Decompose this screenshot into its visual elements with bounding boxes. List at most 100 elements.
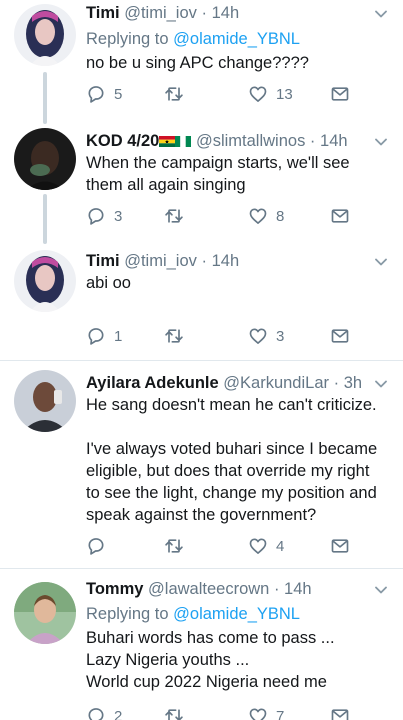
reply-button[interactable] <box>86 536 114 556</box>
heart-icon <box>248 84 268 104</box>
display-name[interactable]: Timi <box>86 4 120 22</box>
dm-button[interactable] <box>330 206 350 226</box>
action-bar: 5 13 <box>86 84 356 104</box>
like-count: 4 <box>276 537 285 555</box>
reply-icon <box>86 536 106 556</box>
retweet-icon <box>164 536 184 556</box>
reply-button[interactable]: 2 <box>86 706 122 720</box>
avatar[interactable] <box>14 250 76 312</box>
username[interactable]: @slimtallwinos <box>196 132 305 150</box>
like-count: 7 <box>276 707 285 720</box>
display-name[interactable]: KOD 4/20 <box>86 132 192 150</box>
mention-link[interactable]: @olamide_YBNL <box>173 30 300 48</box>
display-name[interactable]: Tommy <box>86 580 143 598</box>
chevron-down-icon[interactable] <box>373 6 389 22</box>
retweet-icon <box>164 326 184 346</box>
replying-to-label: Replying to <box>86 605 169 623</box>
tweet-header: Ayilara Adekunle @KarkundiLar · 3h <box>86 372 369 394</box>
timestamp[interactable]: 3h <box>344 374 362 392</box>
heart-icon <box>248 326 268 346</box>
timestamp[interactable]: 14h <box>212 252 240 270</box>
divider <box>0 568 403 569</box>
tweet-header: KOD 4/20 @slimtallwinos · 14h <box>86 130 369 152</box>
retweet-icon <box>164 706 184 720</box>
action-bar: 4 <box>86 536 356 556</box>
tweet[interactable]: KOD 4/20 @slimtallwinos · 14h When the c… <box>0 124 403 244</box>
tweet[interactable]: Ayilara Adekunle @KarkundiLar · 3h He sa… <box>0 366 403 564</box>
tweet-text-line: Buhari words has come to pass ... <box>86 629 335 647</box>
tweet-text-line: He sang doesn't mean he can't criticize. <box>86 396 377 414</box>
replying-to: Replying to @olamide_YBNL <box>86 603 300 625</box>
retweet-button[interactable] <box>164 206 192 226</box>
like-button[interactable]: 4 <box>248 536 284 556</box>
tweet-text-line <box>86 416 389 438</box>
tweet-text-line: abi oo <box>86 274 131 292</box>
like-count: 3 <box>276 327 285 345</box>
tweet-header: Tommy @lawalteecrown · 14h <box>86 578 369 600</box>
tweet[interactable]: Timi @timi_iov · 14h abi oo 1 3 <box>0 246 403 360</box>
flag-nigeria-icon <box>175 136 192 147</box>
chevron-down-icon[interactable] <box>373 134 389 150</box>
username[interactable]: @KarkundiLar <box>223 374 329 392</box>
separator-dot: · <box>309 132 316 150</box>
username[interactable]: @timi_iov <box>124 252 197 270</box>
tweet-header: Timi @timi_iov · 14h <box>86 2 369 24</box>
username[interactable]: @timi_iov <box>124 4 197 22</box>
tweet-text-line: eligible, but does that override my righ… <box>86 462 370 480</box>
timestamp[interactable]: 14h <box>212 4 240 22</box>
mention-link[interactable]: @olamide_YBNL <box>173 605 300 623</box>
reply-button[interactable]: 5 <box>86 84 122 104</box>
dm-button[interactable] <box>330 706 350 720</box>
display-name[interactable]: Timi <box>86 252 120 270</box>
chevron-down-icon[interactable] <box>373 254 389 270</box>
retweet-button[interactable] <box>164 326 192 346</box>
replying-to: Replying to @olamide_YBNL <box>86 28 300 50</box>
reply-icon <box>86 84 106 104</box>
timestamp[interactable]: 14h <box>320 132 348 150</box>
retweet-button[interactable] <box>164 84 192 104</box>
dm-button[interactable] <box>330 536 350 556</box>
heart-icon <box>248 706 268 720</box>
tweet-text-line: to see the light, change my position and <box>86 484 377 502</box>
reply-button[interactable]: 1 <box>86 326 122 346</box>
avatar[interactable] <box>14 370 76 432</box>
dm-button[interactable] <box>330 84 350 104</box>
tweet[interactable]: Tommy @lawalteecrown · 14h Replying to @… <box>0 576 403 720</box>
like-count: 8 <box>276 207 285 225</box>
like-button[interactable]: 7 <box>248 706 284 720</box>
tweet-text-line: I've always voted buhari since I became <box>86 440 378 458</box>
separator-dot: · <box>273 580 280 598</box>
envelope-icon <box>330 326 350 346</box>
flag-ghana-icon <box>159 136 176 147</box>
chevron-down-icon[interactable] <box>373 376 389 392</box>
avatar[interactable] <box>14 128 76 190</box>
retweet-button[interactable] <box>164 706 192 720</box>
reply-count: 1 <box>114 327 123 345</box>
tweet-text-line: no be u sing APC change???? <box>86 54 309 72</box>
retweet-icon <box>164 84 184 104</box>
heart-icon <box>248 536 268 556</box>
display-name[interactable]: Ayilara Adekunle <box>86 374 219 392</box>
dm-button[interactable] <box>330 326 350 346</box>
retweet-button[interactable] <box>164 536 192 556</box>
reply-icon <box>86 206 106 226</box>
tweet-text: When the campaign starts, we'll see them… <box>86 152 389 196</box>
tweet-text-line: World cup 2022 Nigeria need me <box>86 673 327 691</box>
chevron-down-icon[interactable] <box>373 582 389 598</box>
action-bar: 1 3 <box>86 326 356 346</box>
envelope-icon <box>330 206 350 226</box>
like-button[interactable]: 13 <box>248 84 293 104</box>
like-button[interactable]: 3 <box>248 326 284 346</box>
envelope-icon <box>330 84 350 104</box>
like-button[interactable]: 8 <box>248 206 284 226</box>
reply-button[interactable]: 3 <box>86 206 122 226</box>
divider <box>0 360 403 361</box>
envelope-icon <box>330 706 350 720</box>
timestamp[interactable]: 14h <box>284 580 312 598</box>
username[interactable]: @lawalteecrown <box>148 580 269 598</box>
tweet-text: Buhari words has come to pass ... Lazy N… <box>86 627 389 693</box>
reply-count: 2 <box>114 707 123 720</box>
avatar[interactable] <box>14 582 76 644</box>
tweet[interactable]: Timi @timi_iov · 14h Replying to @olamid… <box>0 0 403 120</box>
avatar[interactable] <box>14 4 76 66</box>
